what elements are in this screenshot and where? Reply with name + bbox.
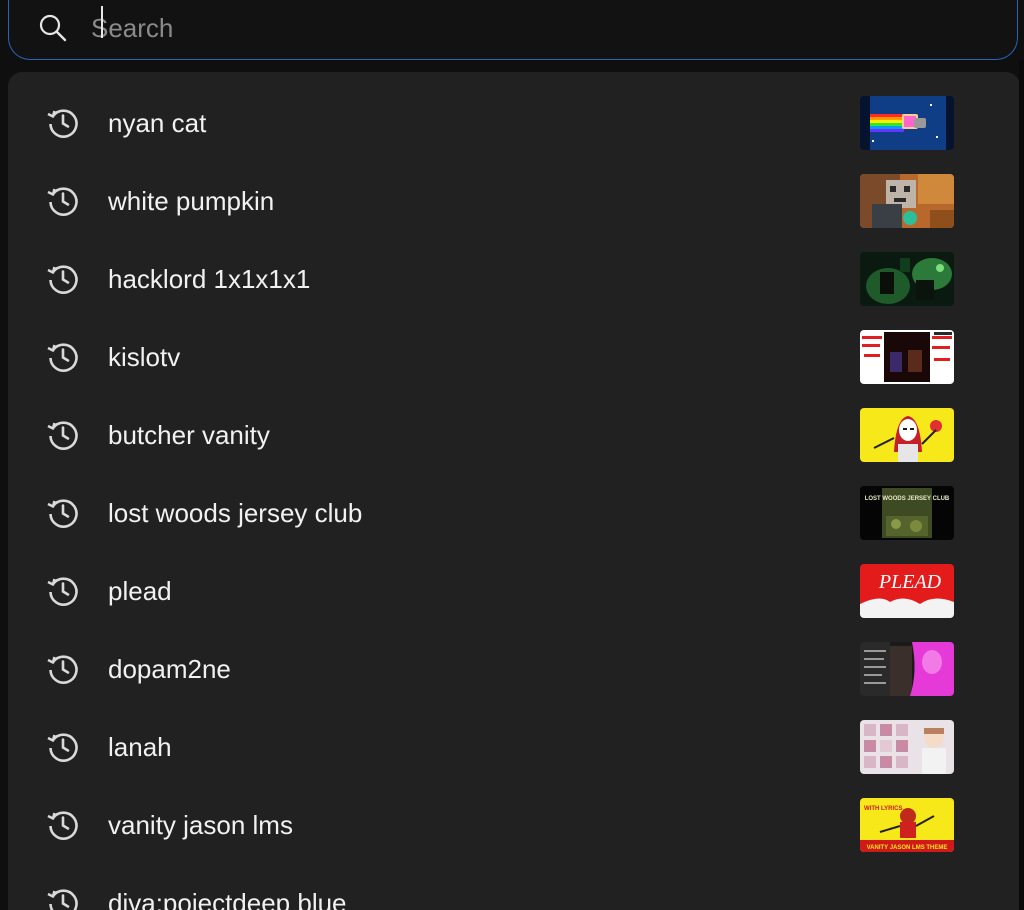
plead-thumbnail: PLEAD xyxy=(860,564,954,618)
suggestion-row[interactable]: plead PLEAD xyxy=(8,552,1020,630)
history-icon xyxy=(44,650,82,688)
search-suggestions-dropdown: nyan cat white pumpkin hacklord 1x1x1x1 … xyxy=(8,72,1020,910)
window-edge xyxy=(1019,60,1024,910)
text-caret xyxy=(101,6,103,38)
suggestion-label: nyan cat xyxy=(108,108,207,138)
suggestion-row[interactable]: kislotv xyxy=(8,318,1020,396)
plead-cover-text: PLEAD xyxy=(878,571,942,593)
search-page: nyan cat xyxy=(0,0,1024,910)
suggestion-label: kislotv xyxy=(108,342,181,372)
kislotv-thumbnail xyxy=(860,330,954,384)
dopam2ne-thumbnail xyxy=(860,642,954,696)
suggestion-row[interactable]: butcher vanity xyxy=(8,396,1020,474)
history-icon xyxy=(44,728,82,766)
lanah-thumbnail xyxy=(860,720,954,774)
history-icon xyxy=(44,104,82,142)
history-icon xyxy=(44,806,82,844)
suggestion-row[interactable]: diva:pojectdeep blue xyxy=(8,864,1020,910)
suggestion-row[interactable]: white pumpkin xyxy=(8,162,1020,240)
suggestion-label: plead xyxy=(108,576,172,606)
vanity-jason-bottom-text: VANITY JASON LMS THEME xyxy=(867,845,948,851)
white-pumpkin-thumbnail xyxy=(860,174,954,228)
lost-woods-cover-text: LOST WOODS JERSEY CLUB xyxy=(865,496,950,502)
search-icon[interactable] xyxy=(37,12,69,44)
suggestion-row[interactable]: dopam2ne xyxy=(8,630,1020,708)
suggestion-label: hacklord 1x1x1x1 xyxy=(108,264,311,294)
suggestion-label: butcher vanity xyxy=(108,420,270,450)
suggestion-label: lost woods jersey club xyxy=(108,498,363,528)
vanity-jason-top-text: WITH LYRICS xyxy=(864,806,902,812)
vanity-jason-thumbnail: WITH LYRICS VANITY JASON LMS THEME xyxy=(860,798,954,852)
suggestion-row[interactable]: lanah xyxy=(8,708,1020,786)
suggestion-row[interactable]: nyan cat xyxy=(8,84,1020,162)
search-input[interactable] xyxy=(91,8,971,48)
history-icon xyxy=(44,884,82,910)
history-icon xyxy=(44,338,82,376)
history-icon xyxy=(44,260,82,298)
history-icon xyxy=(44,572,82,610)
suggestion-label: vanity jason lms xyxy=(108,810,293,840)
butcher-vanity-thumbnail xyxy=(860,408,954,462)
history-icon xyxy=(44,494,82,532)
suggestion-row[interactable]: hacklord 1x1x1x1 xyxy=(8,240,1020,318)
suggestion-label: diva:pojectdeep blue xyxy=(108,888,347,910)
nyan-cat-thumbnail xyxy=(860,96,954,150)
suggestion-label: dopam2ne xyxy=(108,654,231,684)
suggestion-label: lanah xyxy=(108,732,172,762)
suggestion-label: white pumpkin xyxy=(108,186,275,216)
search-bar[interactable] xyxy=(8,0,1018,60)
history-icon xyxy=(44,416,82,454)
suggestion-row[interactable]: lost woods jersey club LOST WOODS JERSEY… xyxy=(8,474,1020,552)
hacklord-thumbnail xyxy=(860,252,954,306)
lost-woods-thumbnail: LOST WOODS JERSEY CLUB xyxy=(860,486,954,540)
suggestion-row[interactable]: vanity jason lms WITH LYRICS VANITY JASO… xyxy=(8,786,1020,864)
history-icon xyxy=(44,182,82,220)
